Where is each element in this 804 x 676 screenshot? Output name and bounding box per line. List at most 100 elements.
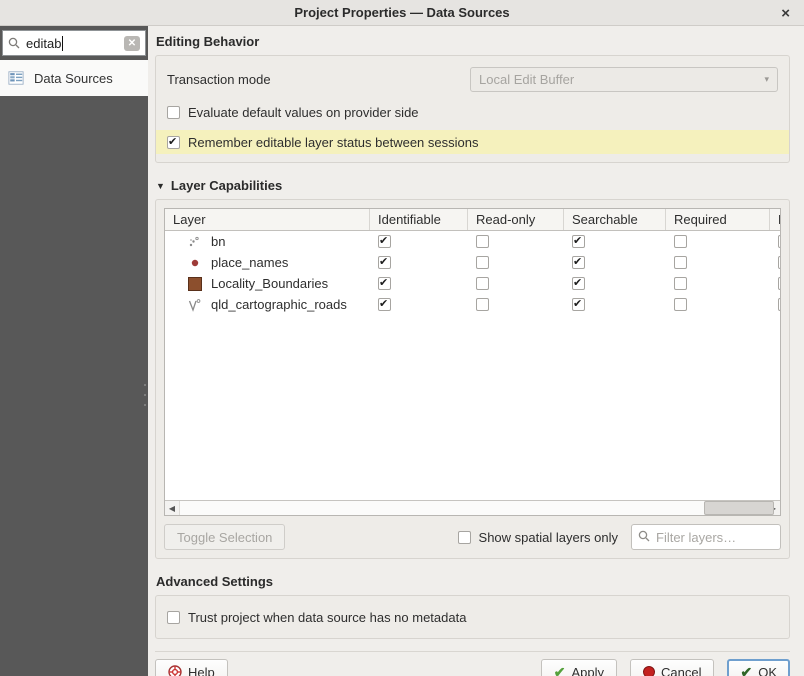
table-row[interactable]: qld_cartographic_roads	[165, 294, 780, 315]
point-marker-icon	[187, 255, 203, 271]
help-label: Help	[188, 665, 215, 676]
apply-button[interactable]: ✔ Apply	[541, 659, 617, 676]
table-row[interactable]: Locality_Boundaries	[165, 273, 780, 294]
searchable-checkbox[interactable]	[572, 256, 585, 269]
trust-project-label: Trust project when data source has no me…	[188, 610, 466, 625]
remember-editable-checkbox[interactable]	[167, 136, 180, 149]
private-checkbox[interactable]	[778, 277, 780, 290]
required-checkbox[interactable]	[674, 277, 687, 290]
search-icon	[638, 530, 650, 545]
polygon-icon	[187, 276, 203, 292]
help-button[interactable]: Help	[155, 659, 228, 676]
required-checkbox[interactable]	[674, 235, 687, 248]
editing-behavior-heading: Editing Behavior	[155, 34, 790, 49]
show-spatial-layers-label: Show spatial layers only	[479, 530, 618, 545]
remember-editable-label: Remember editable layer status between s…	[188, 135, 478, 150]
private-checkbox[interactable]	[778, 256, 780, 269]
options-search-input[interactable]: editab ✕	[2, 30, 146, 56]
text-caret	[62, 36, 63, 51]
scrollbar-track[interactable]	[180, 501, 765, 515]
dialog-button-box: Help ✔ Apply Cancel ✔ OK	[155, 651, 790, 676]
toggle-selection-button[interactable]: Toggle Selection	[164, 524, 285, 550]
evaluate-default-values-row[interactable]: Evaluate default values on provider side	[167, 102, 778, 122]
read-only-checkbox[interactable]	[476, 256, 489, 269]
show-spatial-layers-row[interactable]: Show spatial layers only	[458, 530, 618, 545]
layer-capabilities-heading[interactable]: ▼ Layer Capabilities	[155, 178, 790, 193]
filter-layers-input[interactable]	[656, 530, 774, 545]
collapse-triangle-icon[interactable]: ▼	[156, 181, 165, 191]
layer-capabilities-group: Layer Identifiable Read-only Searchable …	[155, 199, 790, 559]
table-header-row: Layer Identifiable Read-only Searchable …	[165, 209, 780, 231]
sidebar-item-label: Data Sources	[34, 71, 113, 86]
apply-check-icon: ✔	[554, 664, 566, 676]
remember-editable-row[interactable]: Remember editable layer status between s…	[156, 130, 789, 154]
clear-search-icon[interactable]: ✕	[124, 36, 140, 51]
column-header-layer[interactable]: Layer	[165, 209, 370, 230]
cancel-button[interactable]: Cancel	[630, 659, 714, 676]
point-cluster-icon	[187, 234, 203, 250]
identifiable-checkbox[interactable]	[378, 277, 391, 290]
private-checkbox[interactable]	[778, 235, 780, 248]
horizontal-scrollbar[interactable]: ◀ ▶	[165, 500, 780, 515]
searchable-checkbox[interactable]	[572, 298, 585, 311]
transaction-mode-select[interactable]: Local Edit Buffer ▾	[470, 67, 778, 92]
show-spatial-layers-checkbox[interactable]	[458, 531, 471, 544]
trust-project-row[interactable]: Trust project when data source has no me…	[167, 607, 778, 627]
search-icon	[8, 37, 20, 49]
column-header-read-only[interactable]: Read-only	[468, 209, 564, 230]
chevron-down-icon: ▾	[764, 74, 769, 85]
help-icon	[168, 665, 182, 676]
window-title: Project Properties — Data Sources	[294, 5, 509, 20]
editing-behavior-group: Transaction mode Local Edit Buffer ▾ Eva…	[155, 55, 790, 163]
sidebar-item-data-sources[interactable]: Data Sources	[0, 60, 148, 96]
required-checkbox[interactable]	[674, 298, 687, 311]
title-bar[interactable]: Project Properties — Data Sources ×	[0, 0, 804, 26]
trust-project-checkbox[interactable]	[167, 611, 180, 624]
splitter-handle[interactable]	[143, 384, 147, 406]
layer-name: Locality_Boundaries	[211, 276, 328, 291]
project-properties-dialog: Project Properties — Data Sources × edit…	[0, 0, 804, 676]
ok-check-icon: ✔	[740, 664, 752, 676]
table-body: bn	[165, 231, 780, 500]
line-icon	[187, 297, 203, 313]
searchable-checkbox[interactable]	[572, 277, 585, 290]
private-checkbox[interactable]	[778, 298, 780, 311]
ok-button[interactable]: ✔ OK	[727, 659, 790, 676]
read-only-checkbox[interactable]	[476, 235, 489, 248]
advanced-settings-group: Trust project when data source has no me…	[155, 595, 790, 639]
apply-label: Apply	[571, 665, 604, 676]
column-header-searchable[interactable]: Searchable	[564, 209, 666, 230]
required-checkbox[interactable]	[674, 256, 687, 269]
transaction-mode-label: Transaction mode	[167, 72, 470, 87]
sidebar: editab ✕ Data Sources	[0, 26, 148, 676]
identifiable-checkbox[interactable]	[378, 298, 391, 311]
evaluate-default-values-checkbox[interactable]	[167, 106, 180, 119]
table-row[interactable]: place_names	[165, 252, 780, 273]
sidebar-empty-area	[0, 96, 148, 676]
layer-name: bn	[211, 234, 225, 249]
table-row[interactable]: bn	[165, 231, 780, 252]
read-only-checkbox[interactable]	[476, 277, 489, 290]
column-header-identifiable[interactable]: Identifiable	[370, 209, 468, 230]
transaction-mode-value: Local Edit Buffer	[479, 72, 574, 87]
advanced-settings-heading: Advanced Settings	[155, 574, 790, 589]
layer-capabilities-table[interactable]: Layer Identifiable Read-only Searchable …	[164, 208, 781, 516]
scrollbar-thumb[interactable]	[704, 501, 774, 515]
filter-layers-input-wrap[interactable]	[631, 524, 781, 550]
data-sources-page: Editing Behavior Transaction mode Local …	[148, 26, 804, 676]
cancel-label: Cancel	[661, 665, 701, 676]
read-only-checkbox[interactable]	[476, 298, 489, 311]
data-sources-icon	[8, 70, 24, 86]
scroll-left-icon[interactable]: ◀	[165, 501, 180, 515]
cancel-stop-icon	[643, 666, 655, 676]
searchable-checkbox[interactable]	[572, 235, 585, 248]
layer-name: place_names	[211, 255, 288, 270]
ok-label: OK	[758, 665, 777, 676]
identifiable-checkbox[interactable]	[378, 235, 391, 248]
column-header-required[interactable]: Required	[666, 209, 770, 230]
layer-name: qld_cartographic_roads	[211, 297, 347, 312]
close-icon[interactable]: ×	[777, 0, 794, 26]
search-value: editab	[26, 36, 61, 51]
identifiable-checkbox[interactable]	[378, 256, 391, 269]
column-header-private[interactable]: Pr	[770, 209, 781, 230]
